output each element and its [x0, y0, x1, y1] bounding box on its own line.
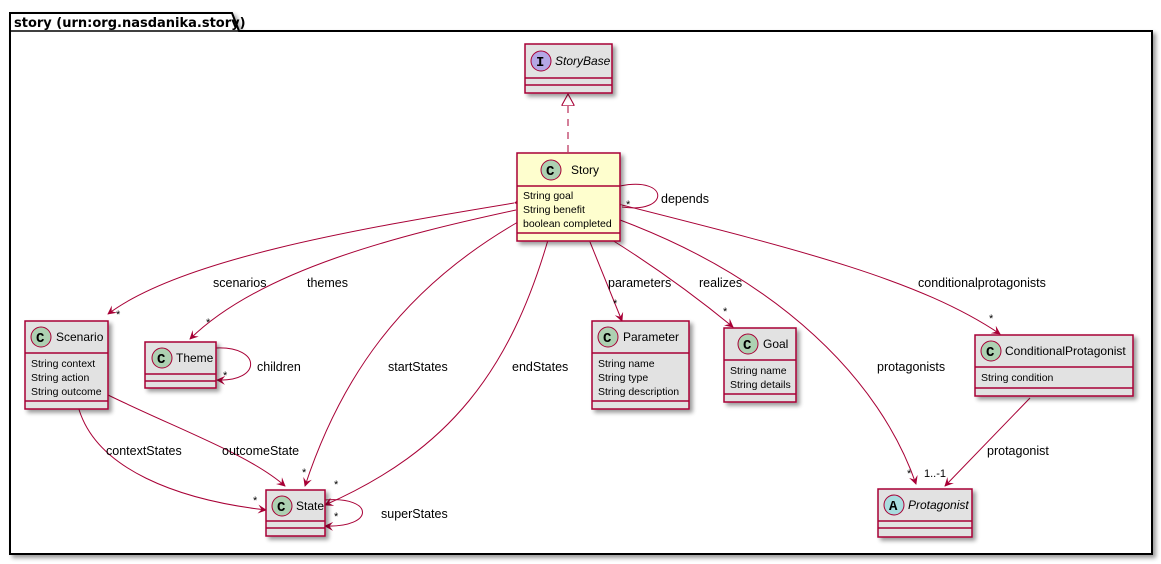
class-story[interactable]: C Story String goal String benefit boole…	[516, 152, 621, 242]
class-icon: C	[986, 345, 995, 361]
class-name: Protagonist	[908, 498, 969, 512]
mult-endStates: *	[334, 479, 339, 491]
class-name: Goal	[763, 337, 788, 351]
label-realizes: realizes	[699, 276, 742, 290]
class-theme[interactable]: C Theme	[144, 341, 217, 389]
class-icon: C	[157, 352, 166, 368]
class-icon: C	[743, 338, 752, 354]
class-storybase[interactable]: I StoryBase	[524, 43, 613, 94]
label-startStates: startStates	[388, 360, 448, 374]
class-protagonist[interactable]: A Protagonist	[877, 488, 973, 538]
label-conditionalprotagonists: conditionalprotagonists	[918, 276, 1046, 290]
mult-parameters: *	[613, 298, 618, 310]
attribute: String type	[598, 372, 648, 384]
attribute: String action	[31, 372, 90, 384]
label-children: children	[257, 360, 301, 374]
label-contextStates: contextStates	[106, 444, 182, 458]
class-state[interactable]: C State	[265, 489, 326, 537]
class-name: StoryBase	[555, 54, 611, 68]
attribute: String description	[598, 386, 679, 398]
mult-superStates: *	[334, 511, 339, 523]
class-scenario[interactable]: C Scenario String context String action …	[24, 320, 109, 410]
package-title: story (urn:org.nasdanika.story)	[14, 16, 246, 31]
class-name: State	[296, 499, 324, 513]
class-goal[interactable]: C Goal String name String details	[723, 327, 797, 403]
mult-contextStates: *	[253, 495, 258, 507]
class-icon: C	[546, 164, 555, 180]
class-icon: C	[277, 500, 286, 516]
mult-realizes: *	[723, 306, 728, 318]
attribute: boolean completed	[523, 218, 612, 230]
attribute: String goal	[523, 190, 573, 202]
class-name: Theme	[176, 351, 214, 365]
attribute: String details	[730, 379, 791, 391]
class-diagram: story (urn:org.nasdanika.story) depends …	[9, 12, 1153, 555]
class-name: Scenario	[56, 330, 104, 344]
label-scenarios: scenarios	[213, 276, 267, 290]
class-parameter[interactable]: C Parameter String name String type Stri…	[591, 320, 690, 410]
attribute: String name	[730, 365, 787, 377]
label-depends: depends	[661, 192, 709, 206]
class-name: ConditionalProtagonist	[1005, 344, 1126, 358]
mult-depends: *	[626, 199, 631, 211]
mult-protagonists: *	[907, 468, 912, 480]
class-name: Story	[571, 163, 599, 177]
class-conditionalprotagonist[interactable]: C ConditionalProtagonist String conditio…	[974, 334, 1134, 397]
label-superStates: superStates	[381, 507, 448, 521]
mult-scenarios: *	[116, 309, 121, 321]
label-outcomeState: outcomeState	[222, 444, 299, 458]
class-icon: C	[603, 331, 612, 347]
mult-conditionalprotagonists: *	[989, 313, 994, 325]
attribute: String outcome	[31, 386, 102, 398]
class-icon: C	[36, 331, 45, 347]
abstract-icon: A	[889, 499, 898, 515]
label-endStates: endStates	[512, 360, 568, 374]
attribute: String context	[31, 358, 95, 370]
mult-children: *	[223, 370, 228, 382]
class-name: Parameter	[623, 330, 679, 344]
attribute: String name	[598, 358, 655, 370]
label-parameters: parameters	[608, 276, 671, 290]
mult-protagonist: 1..-1	[924, 468, 946, 480]
interface-icon: I	[536, 55, 544, 71]
label-protagonists: protagonists	[877, 360, 945, 374]
attribute: String condition	[981, 372, 1054, 384]
attribute: String benefit	[523, 204, 585, 216]
label-themes: themes	[307, 276, 348, 290]
mult-themes: *	[206, 317, 211, 329]
mult-startStates: *	[302, 467, 307, 479]
label-protagonist: protagonist	[987, 444, 1049, 458]
